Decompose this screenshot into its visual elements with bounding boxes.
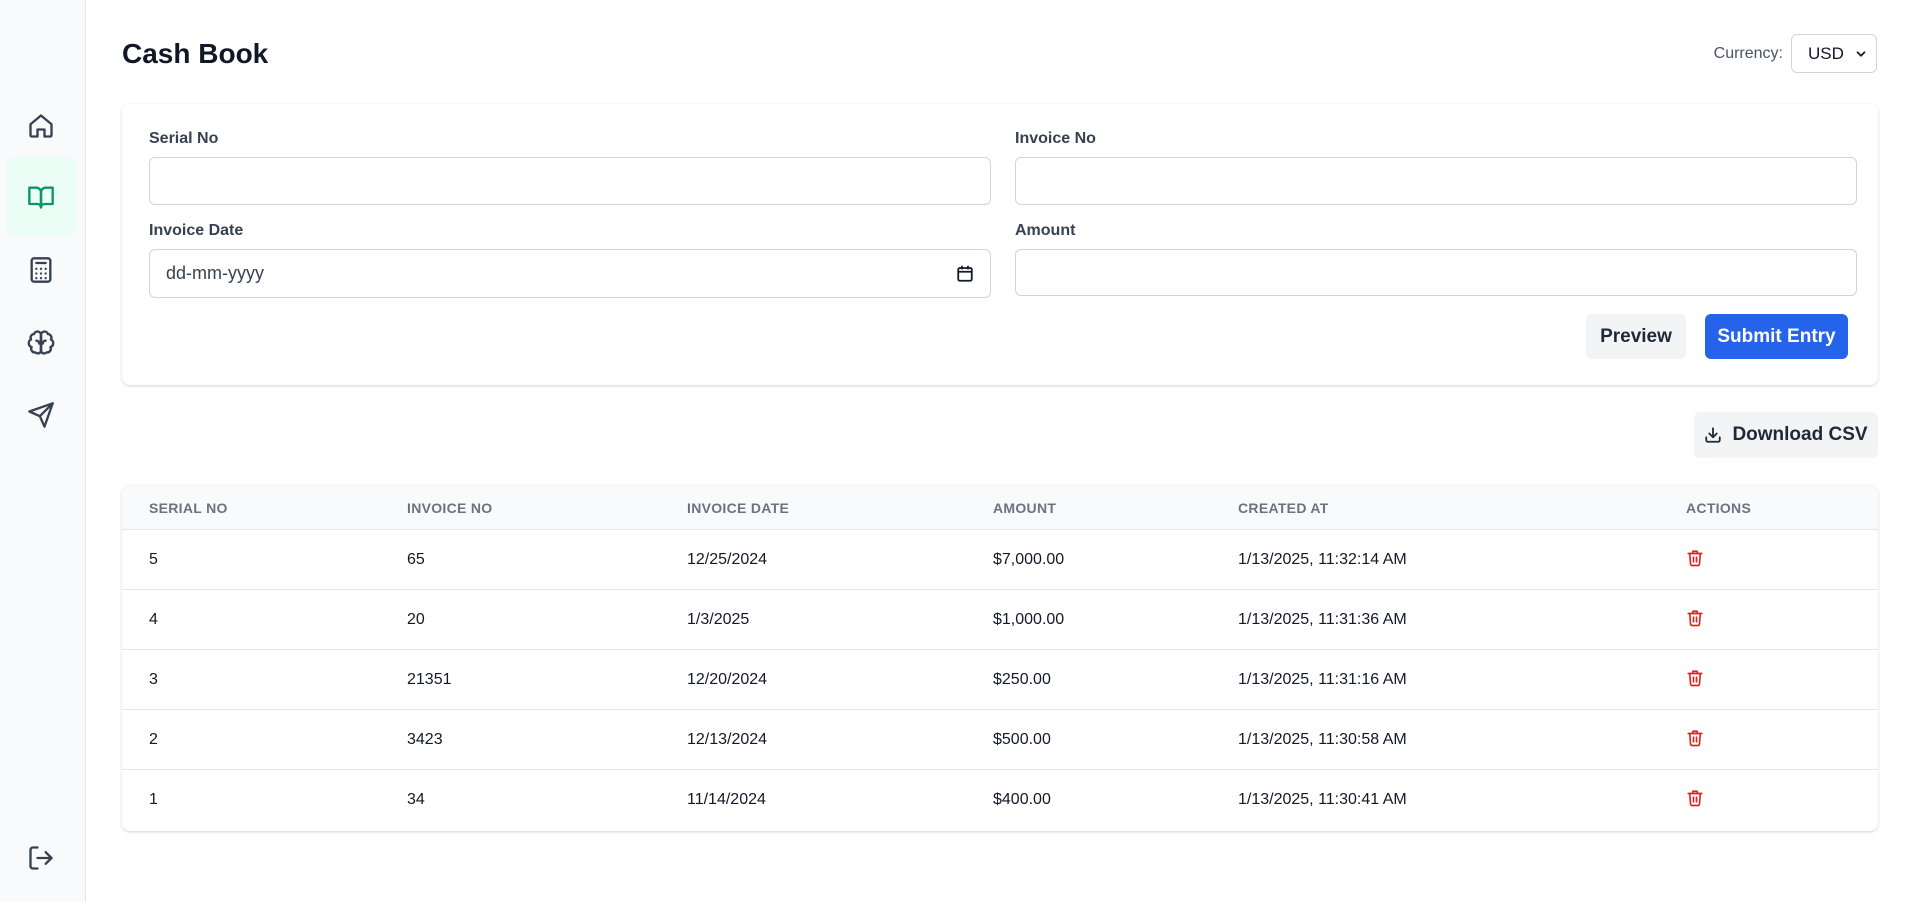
cell-serial-no: 4 — [149, 611, 158, 628]
invoice-date-label: Invoice Date — [149, 222, 244, 239]
table-row: 5 65 12/25/2024 $7,000.00 1/13/2025, 11:… — [122, 530, 1878, 590]
invoice-date-input[interactable]: dd-mm-yyyy — [149, 249, 991, 298]
serial-label: Serial No — [149, 130, 219, 147]
currency-control: Currency: USD — [1714, 34, 1877, 73]
cell-invoice-no: 65 — [407, 551, 425, 568]
logout-icon — [29, 846, 53, 870]
cell-invoice-no: 3423 — [407, 731, 443, 748]
cell-invoice-date: 12/13/2024 — [687, 731, 768, 748]
cell-invoice-date: 11/14/2024 — [687, 791, 766, 808]
col-actions: ACTIONS — [1686, 499, 1752, 516]
currency-select[interactable]: USD — [1791, 34, 1877, 73]
cell-actions — [1686, 770, 1704, 830]
cell-actions — [1686, 530, 1704, 590]
cell-amount: $7,000.00 — [993, 551, 1065, 568]
cell-serial-no: 1 — [149, 791, 158, 808]
home-icon — [29, 114, 53, 138]
cell-created-at: 1/13/2025, 11:32:14 AM — [1238, 551, 1407, 568]
page-title: Cash Book — [122, 38, 269, 69]
entry-form: Serial No Invoice No Invoice Date dd-mm-… — [122, 104, 1878, 385]
cell-invoice-date: 1/3/2025 — [687, 611, 750, 628]
cell-amount: $500.00 — [993, 731, 1051, 748]
amount-input[interactable] — [1015, 249, 1857, 296]
download-icon — [1705, 427, 1722, 443]
col-amount: AMOUNT — [993, 499, 1057, 516]
submit-entry-button[interactable]: Submit Entry — [1705, 314, 1848, 359]
cell-invoice-date: 12/25/2024 — [687, 551, 768, 568]
send-icon — [28, 402, 54, 428]
preview-button[interactable]: Preview — [1586, 314, 1686, 359]
table-row: 4 20 1/3/2025 $1,000.00 1/13/2025, 11:31… — [122, 590, 1878, 650]
cell-invoice-date: 12/20/2024 — [687, 671, 768, 688]
download-csv-label: Download CSV — [1732, 424, 1868, 445]
book-open-icon — [28, 186, 54, 209]
brain-icon — [27, 330, 55, 355]
col-invoice-date: INVOICE DATE — [687, 499, 790, 516]
invoice-no-input[interactable] — [1015, 157, 1857, 205]
serial-field-group: Serial No — [149, 130, 991, 205]
cell-created-at: 1/13/2025, 11:31:16 AM — [1238, 671, 1407, 688]
download-csv-button[interactable]: Download CSV — [1694, 412, 1878, 458]
cell-amount: $1,000.00 — [993, 611, 1065, 628]
cell-actions — [1686, 590, 1704, 650]
col-serial-no: SERIAL NO — [149, 499, 228, 516]
cell-created-at: 1/13/2025, 11:30:41 AM — [1238, 791, 1407, 808]
sidebar-item-calculator[interactable] — [6, 230, 76, 310]
cell-invoice-no: 20 — [407, 611, 425, 628]
chevron-down-icon — [1856, 50, 1866, 57]
sidebar — [0, 0, 86, 902]
col-invoice-no: INVOICE NO — [407, 499, 493, 516]
trash-icon[interactable] — [1686, 549, 1704, 567]
sidebar-item-send[interactable] — [6, 375, 76, 455]
table-row: 1 34 11/14/2024 $400.00 1/13/2025, 11:30… — [122, 770, 1878, 830]
cell-invoice-no: 21351 — [407, 671, 452, 688]
currency-value: USD — [1808, 43, 1844, 63]
col-created-at: CREATED AT — [1238, 499, 1329, 516]
cell-serial-no: 2 — [149, 731, 158, 748]
invoice-date-placeholder: dd-mm-yyyy — [166, 263, 264, 283]
table-header: SERIAL NO INVOICE NO INVOICE DATE AMOUNT… — [122, 485, 1878, 530]
cell-amount: $400.00 — [993, 791, 1051, 808]
amount-field-group: Amount — [1015, 222, 1857, 296]
cell-serial-no: 3 — [149, 671, 158, 688]
main-content: Cash Book Currency: USD Serial No Invoic… — [86, 0, 1907, 902]
cell-created-at: 1/13/2025, 11:30:58 AM — [1238, 731, 1407, 748]
trash-icon[interactable] — [1686, 609, 1704, 627]
sidebar-item-cash-book[interactable] — [6, 157, 76, 237]
sidebar-item-ai[interactable] — [6, 303, 76, 383]
calendar-icon[interactable] — [956, 265, 974, 283]
calculator-icon — [30, 257, 52, 283]
entries-table: SERIAL NO INVOICE NO INVOICE DATE AMOUNT… — [122, 485, 1878, 831]
table-body: 5 65 12/25/2024 $7,000.00 1/13/2025, 11:… — [122, 530, 1878, 830]
cell-invoice-no: 34 — [407, 791, 425, 808]
trash-icon[interactable] — [1686, 669, 1704, 687]
invoice-no-field-group: Invoice No — [1015, 130, 1857, 205]
trash-icon[interactable] — [1686, 729, 1704, 747]
table-row: 2 3423 12/13/2024 $500.00 1/13/2025, 11:… — [122, 710, 1878, 770]
cell-actions — [1686, 710, 1704, 770]
invoice-no-label: Invoice No — [1015, 130, 1096, 147]
table-row: 3 21351 12/20/2024 $250.00 1/13/2025, 11… — [122, 650, 1878, 710]
serial-input[interactable] — [149, 157, 991, 205]
currency-label: Currency: — [1713, 44, 1783, 62]
cell-serial-no: 5 — [149, 551, 158, 568]
cell-actions — [1686, 650, 1704, 710]
amount-label: Amount — [1015, 222, 1076, 239]
invoice-date-field-group: Invoice Date dd-mm-yyyy — [149, 222, 991, 298]
cell-amount: $250.00 — [993, 671, 1051, 688]
logout-button[interactable] — [6, 818, 76, 898]
sidebar-item-home[interactable] — [6, 86, 76, 166]
trash-icon[interactable] — [1686, 789, 1704, 807]
cell-created-at: 1/13/2025, 11:31:36 AM — [1238, 611, 1407, 628]
